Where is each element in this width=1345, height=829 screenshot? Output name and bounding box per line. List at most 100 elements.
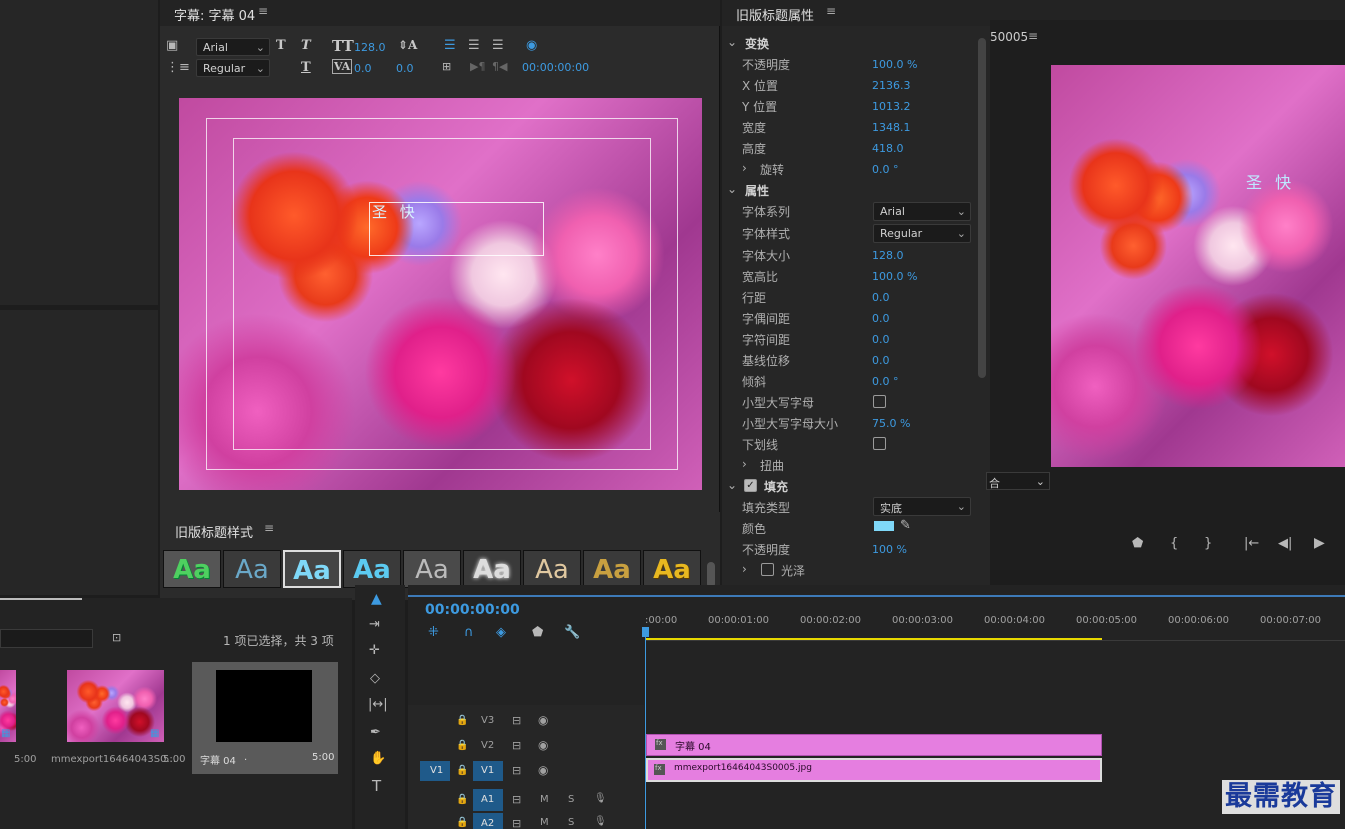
- underline-icon[interactable]: T: [301, 60, 311, 75]
- title-timecode[interactable]: 00:00:00:00: [522, 61, 589, 74]
- search-bin-icon[interactable]: ⊡: [112, 631, 121, 644]
- style-swatch-8[interactable]: Aa: [583, 550, 641, 588]
- font-style-dropdown[interactable]: Regular ⌄: [873, 224, 971, 243]
- mute-button[interactable]: M: [540, 817, 549, 828]
- kerning-value[interactable]: 0.0: [872, 312, 890, 325]
- style-swatch-3[interactable]: Aa: [283, 550, 341, 588]
- slip-tool-icon[interactable]: |↔|: [368, 697, 388, 712]
- tab-right-icon[interactable]: ¶◀: [492, 60, 507, 73]
- underline-checkbox[interactable]: [873, 437, 886, 450]
- lock-icon[interactable]: 🔒: [456, 794, 468, 805]
- sync-lock-icon[interactable]: ⊟: [512, 739, 521, 752]
- eye-icon[interactable]: ◉: [538, 738, 548, 752]
- fill-opacity-value[interactable]: 100 %: [872, 543, 907, 556]
- italic-icon[interactable]: T: [301, 38, 311, 53]
- fill-color-swatch[interactable]: [874, 521, 894, 531]
- track-label-v3[interactable]: V3: [481, 715, 494, 726]
- height-value[interactable]: 418.0: [872, 142, 904, 155]
- style-swatch-7[interactable]: Aa: [523, 550, 581, 588]
- sync-lock-icon[interactable]: ⊟: [512, 714, 521, 727]
- tracking-value[interactable]: 0.0: [396, 62, 414, 75]
- add-marker-icon[interactable]: ⬟: [1132, 536, 1143, 551]
- chevron-down-icon[interactable]: ⌄: [727, 35, 737, 49]
- leading-value[interactable]: 0.0: [872, 291, 890, 304]
- style-swatch-2[interactable]: Aa: [223, 550, 281, 588]
- type-tool-icon[interactable]: T: [372, 777, 381, 795]
- playhead-marker[interactable]: [642, 627, 649, 637]
- image-clip[interactable]: fx mmexport16464043S0005.jpg: [646, 758, 1102, 782]
- program-zoom-dropdown[interactable]: 合 ⌄: [986, 472, 1050, 490]
- smallcaps-checkbox[interactable]: [873, 395, 886, 408]
- styles-menu-icon[interactable]: ≡: [264, 521, 274, 535]
- show-background-icon[interactable]: ◉: [526, 38, 537, 53]
- aspect-value[interactable]: 100.0 %: [872, 270, 917, 283]
- tab-left-icon[interactable]: ▶¶: [470, 60, 485, 73]
- sync-lock-icon[interactable]: ⊟: [512, 764, 521, 777]
- font-family-dropdown[interactable]: Arial ⌄: [873, 202, 971, 221]
- properties-scrollbar[interactable]: [978, 38, 986, 378]
- play-icon[interactable]: ▶: [1314, 535, 1325, 551]
- properties-menu-icon[interactable]: ≡: [826, 4, 836, 18]
- mark-out-icon[interactable]: }: [1204, 536, 1212, 551]
- fill-section[interactable]: 填充: [764, 478, 788, 495]
- mute-button[interactable]: M: [540, 794, 549, 805]
- snap-icon[interactable]: ∩: [464, 625, 474, 640]
- go-to-in-icon[interactable]: |←: [1244, 536, 1259, 551]
- roll-crawl-icon[interactable]: ⋮≡: [166, 60, 190, 75]
- linked-selection-icon[interactable]: ◈: [496, 625, 506, 640]
- wrench-icon[interactable]: 🔧: [564, 625, 580, 640]
- style-swatch-1[interactable]: Aa: [163, 550, 221, 588]
- eye-icon[interactable]: ◉: [538, 763, 548, 777]
- timeline-timecode[interactable]: 00:00:00:00: [425, 602, 520, 618]
- rotation-value[interactable]: 0.0 °: [872, 163, 899, 176]
- distort-label[interactable]: 扭曲: [760, 457, 784, 474]
- chevron-right-icon[interactable]: ›: [742, 161, 747, 175]
- work-area-bar[interactable]: [645, 638, 1102, 640]
- font-family-select[interactable]: Arial ⌄: [196, 38, 270, 56]
- title-canvas[interactable]: 圣 快: [179, 98, 702, 490]
- chevron-down-icon[interactable]: ⌄: [727, 478, 737, 492]
- track-label-a2[interactable]: A2: [473, 813, 503, 829]
- sync-lock-icon[interactable]: ⊟: [512, 817, 521, 829]
- project-item-3[interactable]: 字幕 04 . 5:00: [192, 662, 338, 774]
- lock-icon[interactable]: 🔒: [456, 817, 468, 828]
- width-value[interactable]: 1348.1: [872, 121, 911, 134]
- lock-icon[interactable]: 🔒: [456, 740, 468, 751]
- project-search-input[interactable]: [0, 629, 93, 648]
- pen-tool-icon[interactable]: ✒: [370, 725, 381, 740]
- program-tab[interactable]: 50005: [990, 30, 1028, 44]
- solo-button[interactable]: S: [568, 794, 574, 805]
- chevron-right-icon[interactable]: ›: [742, 562, 747, 576]
- selection-tool-icon[interactable]: ▲: [371, 591, 382, 607]
- tab-stops-icon[interactable]: ⊞: [442, 60, 451, 73]
- style-swatch-9[interactable]: Aa: [643, 550, 701, 588]
- align-left-icon[interactable]: ☰: [444, 38, 456, 53]
- style-swatch-6[interactable]: Aa: [463, 550, 521, 588]
- lock-icon[interactable]: 🔒: [456, 765, 468, 776]
- align-right-icon[interactable]: ☰: [492, 38, 504, 53]
- playhead[interactable]: [645, 627, 646, 829]
- timeline-ruler[interactable]: :00:00 00:00:01:00 00:00:02:00 00:00:03:…: [645, 605, 1345, 641]
- program-preview[interactable]: 圣 快: [1051, 65, 1345, 467]
- program-menu-icon[interactable]: ≡: [1028, 29, 1038, 43]
- align-center-icon[interactable]: ☰: [468, 38, 480, 53]
- sync-lock-icon[interactable]: ⊟: [512, 793, 521, 806]
- mark-in-icon[interactable]: {: [1170, 536, 1178, 551]
- track-label-v2[interactable]: V2: [481, 740, 494, 751]
- eye-icon[interactable]: ◉: [538, 713, 548, 727]
- source-patch-v1[interactable]: V1: [420, 761, 450, 781]
- step-back-icon[interactable]: ◀|: [1278, 536, 1292, 551]
- microphone-icon[interactable]: 🎙: [594, 816, 607, 827]
- transform-section[interactable]: 变换: [745, 35, 769, 52]
- smallcaps-size-value[interactable]: 75.0 %: [872, 417, 910, 430]
- track-label-v1[interactable]: V1: [473, 761, 503, 781]
- x-position-value[interactable]: 2136.3: [872, 79, 911, 92]
- tracking-value[interactable]: 0.0: [872, 333, 890, 346]
- slant-value[interactable]: 0.0 °: [872, 375, 899, 388]
- microphone-icon[interactable]: 🎙: [594, 793, 607, 804]
- chevron-down-icon[interactable]: ⌄: [727, 182, 737, 196]
- eyedropper-icon[interactable]: ✎: [900, 518, 911, 533]
- style-swatch-4[interactable]: Aa: [343, 550, 401, 588]
- fill-type-dropdown[interactable]: 实底 ⌄: [873, 497, 971, 516]
- kerning-value[interactable]: 0.0: [354, 62, 372, 75]
